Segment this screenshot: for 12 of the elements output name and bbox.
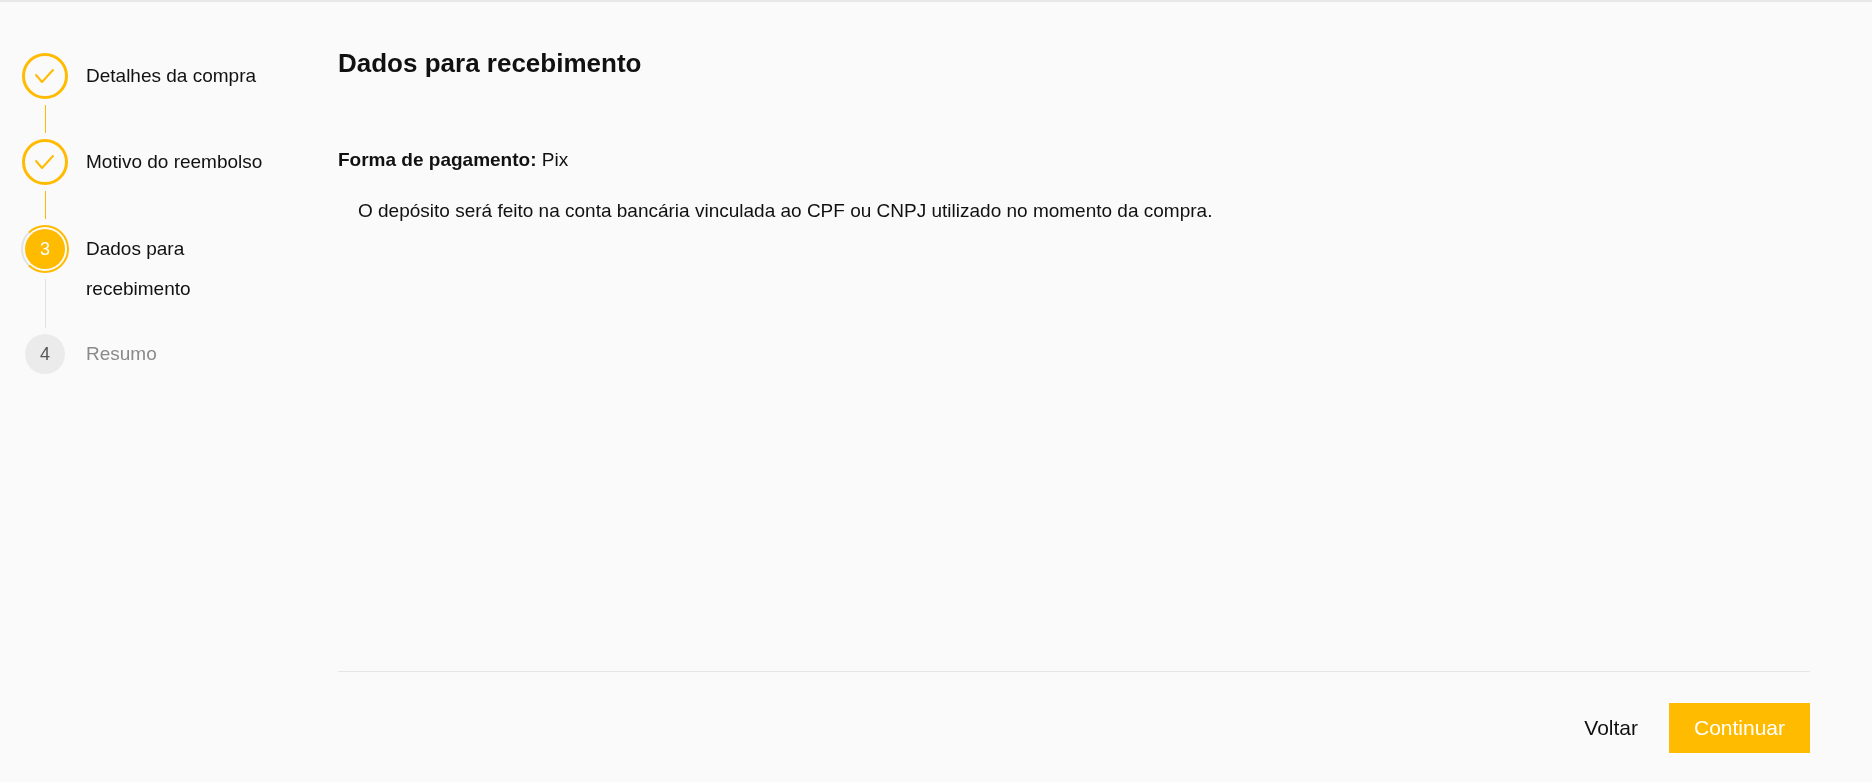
- deposit-info-text: O depósito será feito na conta bancária vinculada ao CPF ou CNPJ utilizado no momento da compra.: [358, 199, 1213, 223]
- payment-method-text: Forma de pagamento: Pix: [338, 148, 569, 172]
- page-title: Dados para recebimento: [338, 47, 642, 79]
- step-label: Dados para recebimento: [86, 237, 192, 301]
- back-button[interactable]: Voltar: [1568, 703, 1654, 753]
- step-label: Detalhes da compra: [86, 64, 258, 88]
- step-connector: [44, 191, 46, 219]
- step-connector: [44, 105, 46, 133]
- step-number: 3: [21, 225, 69, 273]
- step-label: Resumo: [86, 342, 158, 366]
- step-number: 4: [25, 334, 65, 374]
- step-label: Motivo do reembolso: [86, 150, 264, 174]
